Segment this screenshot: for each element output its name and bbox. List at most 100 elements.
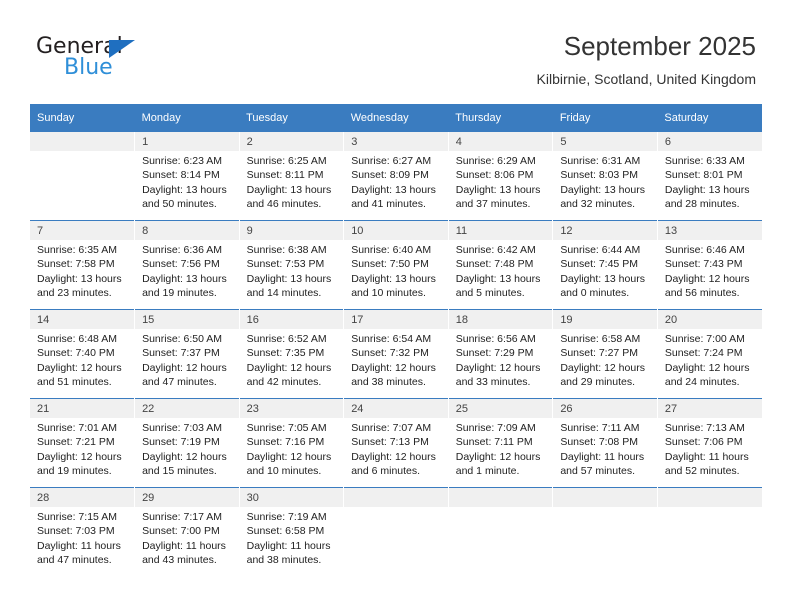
- calendar-day-cell[interactable]: 23 Sunrise: 7:05 AM Sunset: 7:16 PM Dayligh…: [239, 398, 345, 488]
- daylight-text: Daylight: 12 hours and 47 minutes.: [142, 361, 227, 388]
- day-number: 13: [657, 221, 762, 240]
- sunset-text: Sunset: 7:53 PM: [246, 258, 325, 271]
- sunrise-text: Sunrise: 6:40 AM: [351, 244, 432, 256]
- daylight-text: Daylight: 13 hours and 10 minutes.: [351, 272, 436, 299]
- daylight-text: Daylight: 12 hours and 19 minutes.: [37, 450, 122, 477]
- general-blue-logo[interactable]: General Blue: [36, 36, 166, 82]
- day-cell-inner: 5 Sunrise: 6:31 AM Sunset: 8:03 PM Daylight…: [553, 132, 657, 220]
- day-details: Sunrise: 6:27 AM Sunset: 8:09 PM Daylight:…: [344, 151, 448, 211]
- calendar-day-cell[interactable]: 13 Sunrise: 6:46 AM Sunset: 7:43 PM Dayligh…: [657, 220, 762, 310]
- day-cell-inner: [448, 488, 553, 576]
- day-number: 27: [657, 399, 762, 418]
- day-details: Sunrise: 6:56 AM Sunset: 7:29 PM Daylight:…: [449, 329, 553, 389]
- day-details: Sunrise: 7:13 AM Sunset: 7:06 PM Daylight:…: [658, 418, 762, 478]
- sunset-text: Sunset: 7:24 PM: [664, 347, 743, 360]
- calendar-day-cell[interactable]: 15 Sunrise: 6:50 AM Sunset: 7:37 PM Dayligh…: [134, 309, 240, 399]
- calendar-week-row: 14 Sunrise: 6:48 AM Sunset: 7:40 PM Dayligh…: [30, 309, 762, 399]
- sunrise-text: Sunrise: 6:50 AM: [142, 333, 223, 345]
- day-cell-inner: 27 Sunrise: 7:13 AM Sunset: 7:06 PM Dayligh…: [657, 399, 762, 487]
- day-cell-inner: [553, 488, 657, 576]
- calendar-day-cell[interactable]: 26 Sunrise: 7:11 AM Sunset: 7:08 PM Dayligh…: [552, 398, 658, 488]
- day-number: 10: [344, 221, 448, 240]
- calendar-day-cell[interactable]: 19 Sunrise: 6:58 AM Sunset: 7:27 PM Dayligh…: [552, 309, 658, 399]
- calendar-day-cell[interactable]: 14 Sunrise: 6:48 AM Sunset: 7:40 PM Dayligh…: [30, 309, 136, 399]
- calendar-day-cell[interactable]: 4 Sunrise: 6:29 AM Sunset: 8:06 PM Daylight…: [448, 132, 554, 221]
- day-details: Sunrise: 6:46 AM Sunset: 7:43 PM Daylight:…: [658, 240, 762, 300]
- daylight-text: Daylight: 13 hours and 50 minutes.: [142, 183, 227, 210]
- calendar-day-cell[interactable]: 30 Sunrise: 7:19 AM Sunset: 6:58 PM Dayligh…: [239, 487, 345, 576]
- calendar-day-cell[interactable]: 16 Sunrise: 6:52 AM Sunset: 7:35 PM Dayligh…: [239, 309, 345, 399]
- calendar-day-cell[interactable]: 28 Sunrise: 7:15 AM Sunset: 7:03 PM Dayligh…: [30, 487, 136, 576]
- day-cell-inner: 20 Sunrise: 7:00 AM Sunset: 7:24 PM Dayligh…: [657, 310, 762, 398]
- sunset-text: Sunset: 7:40 PM: [37, 347, 115, 360]
- calendar-day-cell[interactable]: 6 Sunrise: 6:33 AM Sunset: 8:01 PM Daylight…: [657, 132, 762, 221]
- calendar-day-cell[interactable]: 17 Sunrise: 6:54 AM Sunset: 7:32 PM Dayligh…: [343, 309, 449, 399]
- sunset-text: Sunset: 7:43 PM: [664, 258, 743, 271]
- calendar-day-cell[interactable]: 24 Sunrise: 7:07 AM Sunset: 7:13 PM Dayligh…: [343, 398, 449, 488]
- sunrise-text: Sunrise: 6:35 AM: [37, 244, 117, 256]
- calendar-day-cell[interactable]: 21 Sunrise: 7:01 AM Sunset: 7:21 PM Dayligh…: [30, 398, 136, 488]
- calendar-day-cell[interactable]: 18 Sunrise: 6:56 AM Sunset: 7:29 PM Dayligh…: [448, 309, 554, 399]
- page-subtitle: Kilbirnie, Scotland, United Kingdom: [536, 71, 756, 87]
- calendar-day-cell[interactable]: 9 Sunrise: 6:38 AM Sunset: 7:53 PM Daylight…: [239, 220, 345, 310]
- day-number: 22: [135, 399, 239, 418]
- sunset-text: Sunset: 7:00 PM: [142, 525, 220, 538]
- sunrise-text: Sunrise: 6:56 AM: [455, 333, 536, 345]
- sunrise-text: Sunrise: 6:52 AM: [246, 333, 327, 345]
- calendar-day-cell: [448, 487, 554, 576]
- calendar-day-cell[interactable]: 5 Sunrise: 6:31 AM Sunset: 8:03 PM Daylight…: [552, 132, 658, 221]
- calendar-day-cell[interactable]: 1 Sunrise: 6:23 AM Sunset: 8:14 PM Daylight…: [134, 132, 240, 221]
- day-cell-inner: 15 Sunrise: 6:50 AM Sunset: 7:37 PM Dayligh…: [135, 310, 239, 398]
- calendar-day-cell[interactable]: 3 Sunrise: 6:27 AM Sunset: 8:09 PM Daylight…: [343, 132, 449, 221]
- daylight-text: Daylight: 11 hours and 47 minutes.: [37, 539, 121, 566]
- calendar-day-cell[interactable]: 12 Sunrise: 6:44 AM Sunset: 7:45 PM Dayligh…: [552, 220, 658, 310]
- calendar-day-cell[interactable]: 20 Sunrise: 7:00 AM Sunset: 7:24 PM Dayligh…: [657, 309, 762, 399]
- daylight-text: Daylight: 13 hours and 37 minutes.: [455, 183, 541, 210]
- day-details: Sunrise: 6:31 AM Sunset: 8:03 PM Daylight:…: [553, 151, 657, 211]
- day-cell-inner: 7 Sunrise: 6:35 AM Sunset: 7:58 PM Daylight…: [30, 221, 135, 309]
- sunset-text: Sunset: 7:29 PM: [455, 347, 534, 360]
- day-number: 20: [657, 310, 762, 329]
- calendar-day-cell[interactable]: 27 Sunrise: 7:13 AM Sunset: 7:06 PM Dayligh…: [657, 398, 762, 488]
- calendar-day-cell[interactable]: 25 Sunrise: 7:09 AM Sunset: 7:11 PM Dayligh…: [448, 398, 554, 488]
- sunset-text: Sunset: 7:08 PM: [560, 436, 638, 449]
- sunset-text: Sunset: 7:16 PM: [246, 436, 325, 449]
- calendar-day-cell: [552, 487, 658, 576]
- day-cell-inner: [344, 488, 448, 576]
- calendar-day-cell[interactable]: 11 Sunrise: 6:42 AM Sunset: 7:48 PM Dayligh…: [448, 220, 554, 310]
- day-cell-inner: 21 Sunrise: 7:01 AM Sunset: 7:21 PM Dayligh…: [30, 399, 135, 487]
- daylight-text: Daylight: 13 hours and 19 minutes.: [142, 272, 227, 299]
- calendar-body: 1 Sunrise: 6:23 AM Sunset: 8:14 PM Daylight…: [30, 132, 762, 576]
- sunrise-text: Sunrise: 7:19 AM: [246, 511, 327, 523]
- day-details: Sunrise: 6:48 AM Sunset: 7:40 PM Daylight:…: [30, 329, 134, 389]
- day-number: 4: [448, 132, 553, 151]
- weekday-header-monday: Monday: [134, 104, 240, 132]
- sunset-text: Sunset: 8:03 PM: [560, 169, 638, 182]
- day-cell-inner: 1 Sunrise: 6:23 AM Sunset: 8:14 PM Daylight…: [135, 132, 239, 220]
- day-cell-inner: 22 Sunrise: 7:03 AM Sunset: 7:19 PM Dayligh…: [135, 399, 239, 487]
- calendar-day-cell[interactable]: 7 Sunrise: 6:35 AM Sunset: 7:58 PM Daylight…: [30, 220, 136, 310]
- day-number: 15: [135, 310, 239, 329]
- sunrise-text: Sunrise: 6:42 AM: [455, 244, 536, 256]
- day-number: [448, 488, 553, 507]
- calendar-day-cell[interactable]: 8 Sunrise: 6:36 AM Sunset: 7:56 PM Daylight…: [134, 220, 240, 310]
- daylight-text: Daylight: 12 hours and 15 minutes.: [142, 450, 227, 477]
- day-number: 29: [135, 488, 239, 507]
- calendar-table: Sunday Monday Tuesday Wednesday Thursday…: [30, 104, 762, 576]
- calendar-day-cell[interactable]: 22 Sunrise: 7:03 AM Sunset: 7:19 PM Dayligh…: [134, 398, 240, 488]
- day-cell-inner: 26 Sunrise: 7:11 AM Sunset: 7:08 PM Dayligh…: [553, 399, 657, 487]
- day-details: Sunrise: 6:40 AM Sunset: 7:50 PM Daylight:…: [344, 240, 448, 300]
- daylight-text: Daylight: 11 hours and 52 minutes.: [664, 450, 749, 477]
- day-number: 18: [448, 310, 553, 329]
- day-number: 19: [553, 310, 657, 329]
- sunrise-text: Sunrise: 7:17 AM: [142, 511, 223, 523]
- calendar-day-cell: [657, 487, 762, 576]
- daylight-text: Daylight: 11 hours and 57 minutes.: [560, 450, 645, 477]
- day-cell-inner: 28 Sunrise: 7:15 AM Sunset: 7:03 PM Dayligh…: [30, 488, 135, 576]
- calendar-day-cell[interactable]: 10 Sunrise: 6:40 AM Sunset: 7:50 PM Dayligh…: [343, 220, 449, 310]
- sunset-text: Sunset: 8:09 PM: [351, 169, 429, 182]
- day-cell-inner: 2 Sunrise: 6:25 AM Sunset: 8:11 PM Daylight…: [239, 132, 344, 220]
- calendar-day-cell[interactable]: 2 Sunrise: 6:25 AM Sunset: 8:11 PM Daylight…: [239, 132, 345, 221]
- daylight-text: Daylight: 12 hours and 29 minutes.: [560, 361, 645, 388]
- calendar-day-cell[interactable]: 29 Sunrise: 7:17 AM Sunset: 7:00 PM Dayligh…: [134, 487, 240, 576]
